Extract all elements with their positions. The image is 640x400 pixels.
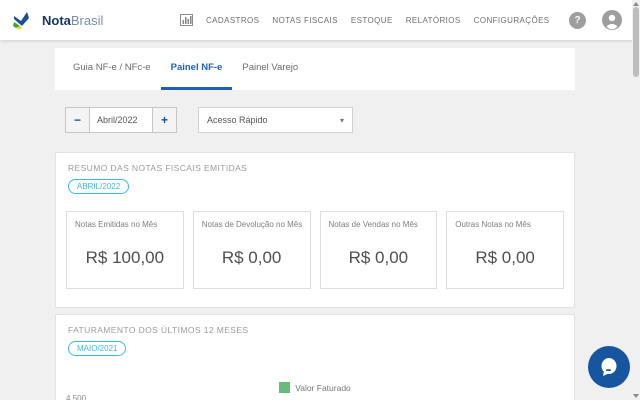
stat-label: Notas de Vendas no Mês	[328, 220, 418, 229]
stat-label: Outras Notas no Mês	[455, 220, 531, 229]
tabs-strip: Guia NF-e / NFc-e Painel NF-e Painel Var…	[55, 48, 575, 90]
resumo-panel: RESUMO DAS NOTAS FISCAIS EMITIDAS ABRIL/…	[55, 152, 575, 308]
scroll-down-arrow[interactable]	[633, 394, 639, 398]
legend-color-swatch	[279, 382, 291, 393]
menu-item-notas-fiscais[interactable]: NOTAS FISCAIS	[272, 16, 338, 25]
notabrasil-logo-icon	[13, 12, 29, 30]
quick-access-select[interactable]: Acesso Rápido ▾	[198, 107, 353, 133]
period-stepper: − +	[65, 107, 177, 133]
resumo-month-badge: ABRIL/2022	[68, 179, 130, 194]
stat-value: R$ 100,00	[85, 248, 165, 267]
period-minus-button[interactable]: −	[65, 107, 89, 133]
stat-label: Notas de Devolução no Mês	[201, 220, 303, 229]
faturamento-panel: FATURAMENTO DOS ÚLTIMOS 12 MESES MAIO/20…	[55, 314, 575, 400]
top-header: NotaBrasil CADASTROS NOTAS FISCAIS ESTOQ…	[0, 0, 640, 40]
stat-card-devolucao: Notas de Devolução no Mês R$ 0,00	[192, 211, 311, 289]
legend-label: Valor Faturado	[295, 382, 351, 393]
tab-painel-varejo[interactable]: Painel Varejo	[232, 48, 308, 90]
faturamento-month-badge: MAIO/2021	[68, 341, 127, 356]
person-icon	[602, 10, 622, 30]
scroll-up-arrow[interactable]	[633, 2, 639, 6]
dashboard-menu-item[interactable]	[180, 14, 193, 26]
brand-name: NotaBrasil	[42, 12, 104, 28]
tab-painel-nfe[interactable]: Painel NF-e	[160, 48, 233, 90]
chat-support-button[interactable]	[588, 346, 630, 388]
stat-label: Notas Emitidas no Mês	[75, 220, 158, 229]
menu-item-configuracoes[interactable]: CONFIGURAÇÕES	[474, 16, 550, 25]
period-plus-button[interactable]: +	[153, 107, 177, 133]
stat-value: R$ 0,00	[475, 248, 535, 267]
stat-card-vendas: Notas de Vendas no Mês R$ 0,00	[319, 211, 438, 289]
stat-value: R$ 0,00	[348, 248, 409, 267]
period-input[interactable]	[89, 107, 153, 133]
page-scrollbar[interactable]	[632, 0, 640, 400]
bar-chart-icon	[180, 14, 193, 26]
chart-legend: Valor Faturado	[56, 382, 574, 393]
quick-access-value: Acesso Rápido	[207, 115, 268, 125]
resumo-title: RESUMO DAS NOTAS FISCAIS EMITIDAS	[68, 163, 248, 173]
stat-card-outras: Outras Notas no Mês R$ 0,00	[446, 211, 564, 289]
main-menu: CADASTROS NOTAS FISCAIS ESTOQUE RELATÓRI…	[180, 0, 550, 40]
profile-icon[interactable]	[602, 10, 622, 30]
filter-row: − + Acesso Rápido ▾	[55, 107, 575, 135]
stat-value: R$ 0,00	[221, 248, 282, 267]
y-axis-tick: 4.500	[66, 394, 87, 400]
scrollbar-thumb[interactable]	[633, 7, 639, 77]
stat-row: Notas Emitidas no Mês R$ 100,00 Notas de…	[66, 211, 564, 289]
help-icon[interactable]: ?	[569, 11, 586, 29]
menu-item-estoque[interactable]: ESTOQUE	[351, 16, 393, 25]
faturamento-title: FATURAMENTO DOS ÚLTIMOS 12 MESES	[68, 325, 249, 335]
chevron-down-icon: ▾	[339, 115, 344, 125]
menu-item-cadastros[interactable]: CADASTROS	[206, 16, 259, 25]
brand-logo[interactable]: NotaBrasil	[12, 0, 103, 40]
chat-bubble-icon	[601, 358, 617, 376]
stat-card-emitidas: Notas Emitidas no Mês R$ 100,00	[66, 211, 184, 289]
tab-guia-nfe-nfce[interactable]: Guia NF-e / NFc-e	[63, 48, 161, 90]
header-actions: ?	[569, 0, 622, 40]
menu-item-relatorios[interactable]: RELATÓRIOS	[406, 16, 461, 25]
